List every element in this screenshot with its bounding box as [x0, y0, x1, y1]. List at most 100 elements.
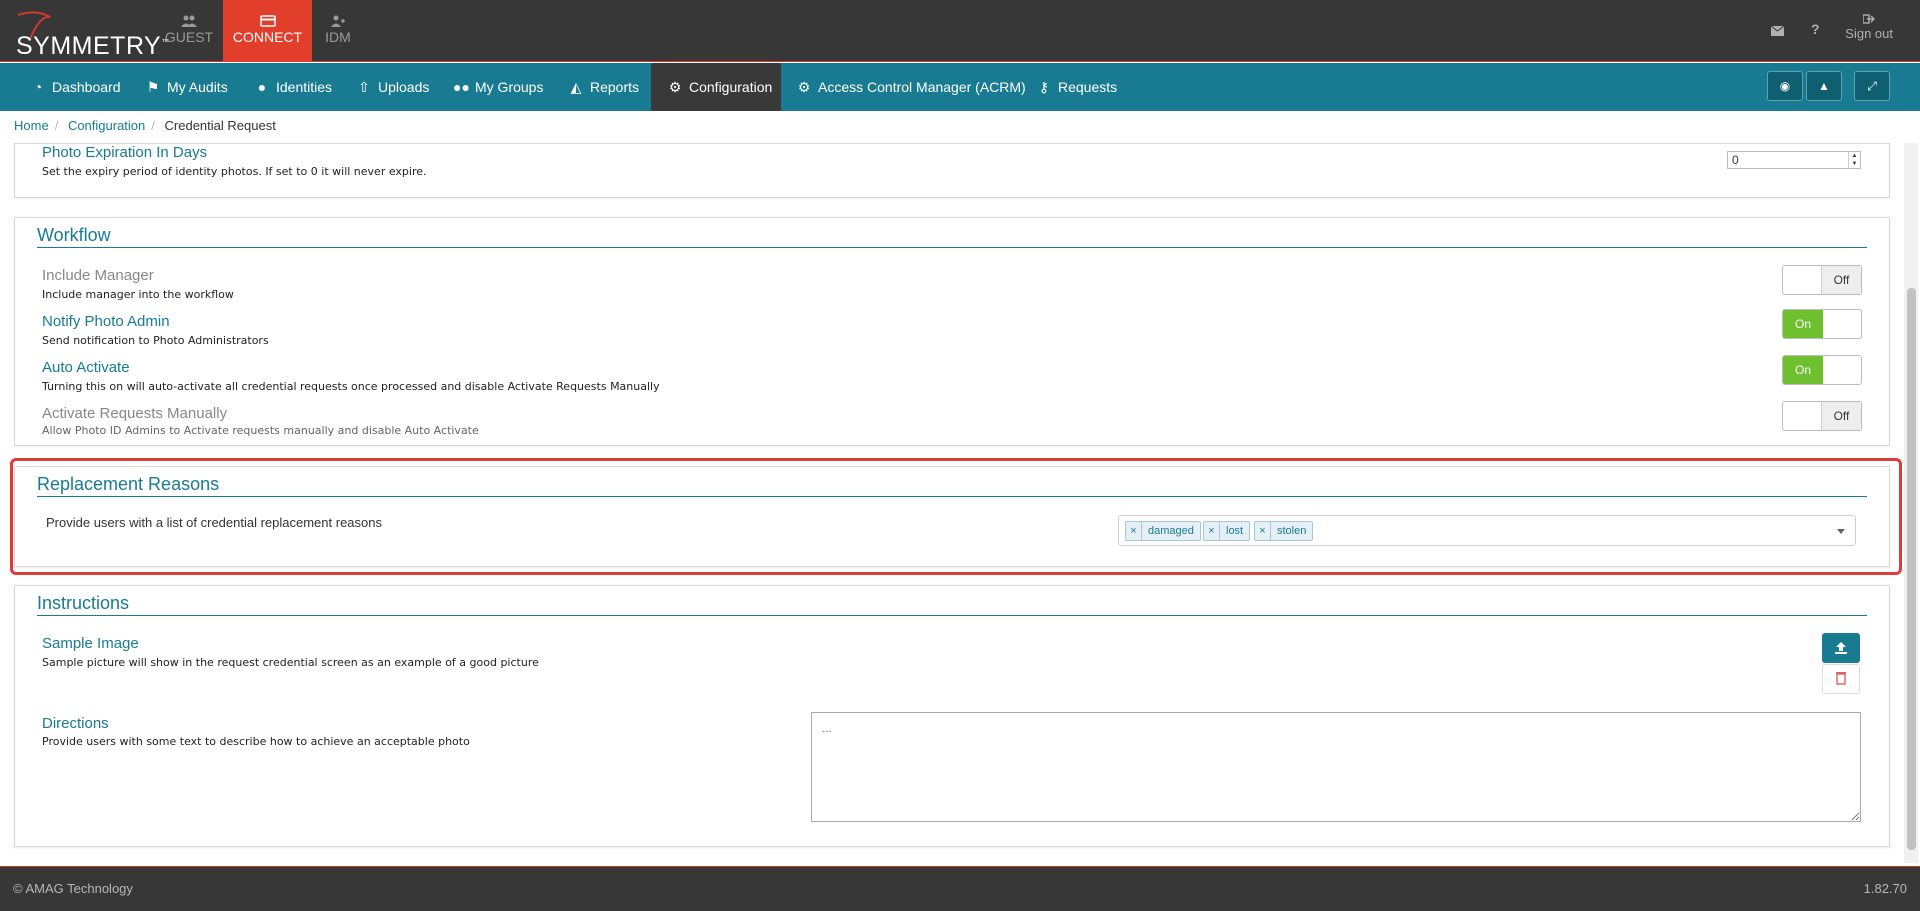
spinner-icon[interactable]: ▲ ▼: [1848, 152, 1860, 168]
scrollbar-thumb[interactable]: [1907, 288, 1916, 850]
nav-label: Requests: [1058, 79, 1118, 95]
app-connect-label: CONNECT: [232, 29, 303, 45]
tag-damaged: × damaged: [1125, 521, 1201, 541]
page-scrollbar[interactable]: [1904, 143, 1918, 863]
symmetry-logo[interactable]: SYMMETRY™: [8, 6, 169, 60]
nav-label: Reports: [590, 79, 640, 95]
breadcrumb: Home / Configuration / Credential Request: [14, 118, 276, 133]
footer: © AMAG Technology 1.82.70: [0, 866, 1920, 911]
sample-image-desc: Sample picture will show in the request …: [42, 656, 539, 669]
chevron-down-icon[interactable]: [1837, 529, 1845, 534]
nav-label: My Groups: [475, 79, 544, 95]
sign-out-icon: [1863, 14, 1876, 24]
nav-uploads[interactable]: ⇧ Uploads: [356, 63, 429, 111]
toggle-off-label: Off: [1821, 266, 1861, 294]
breadcrumb-separator: /: [54, 118, 59, 133]
flag-icon: ⚑: [146, 79, 160, 95]
toggle-off-label: Off: [1821, 402, 1861, 430]
tag-remove-icon[interactable]: ×: [1255, 522, 1271, 540]
breadcrumb-current: Credential Request: [164, 118, 276, 133]
user-lock-icon: ▲: [1818, 79, 1830, 93]
auto-activate-desc: Turning this on will auto-activate all c…: [42, 380, 660, 393]
key-icon: ⚷: [1038, 79, 1050, 95]
sign-out-label: Sign out: [1845, 26, 1893, 41]
activate-manually-toggle[interactable]: Off: [1782, 401, 1862, 431]
upload-icon: ⇧: [358, 79, 370, 95]
nav-label: Identities: [276, 79, 333, 95]
auto-activate-toggle[interactable]: On: [1782, 355, 1862, 385]
app-idm-label: IDM: [325, 29, 351, 45]
app-guest-label: GUEST: [164, 29, 214, 45]
top-bar: SYMMETRY™ GUEST CONNECT IDM ? Sign out: [0, 0, 1920, 62]
section-divider: [37, 615, 1867, 616]
section-divider: [37, 247, 1867, 248]
sign-out-button[interactable]: Sign out: [1845, 14, 1893, 41]
upload-icon: [1835, 642, 1847, 654]
globe-icon: ◉: [1779, 79, 1791, 93]
version: 1.82.70: [1863, 881, 1907, 896]
include-manager-toggle[interactable]: Off: [1782, 265, 1862, 295]
toggle-on-label: On: [1783, 310, 1823, 338]
photo-expiration-desc: Set the expiry period of identity photos…: [42, 165, 427, 178]
nav-dashboard[interactable]: ◔ Dashboard: [30, 63, 121, 111]
logo-text: SYMMETRY™: [16, 32, 170, 60]
notify-photo-admin-title: Notify Photo Admin: [42, 313, 170, 330]
app-guest[interactable]: GUEST: [155, 0, 223, 62]
area-chart-icon: ◭: [570, 79, 582, 95]
fullscreen-button[interactable]: ⤢: [1854, 71, 1890, 101]
activate-manually-title: Activate Requests Manually: [42, 405, 228, 422]
notify-photo-admin-desc: Send notification to Photo Administrator…: [42, 334, 269, 347]
sample-image-title: Sample Image: [42, 635, 139, 652]
credit-card-icon: [259, 15, 276, 27]
expand-icon: ⤢: [1867, 79, 1877, 93]
nav-label: Dashboard: [52, 79, 121, 95]
globe-button[interactable]: ◉: [1767, 71, 1803, 101]
user-lock-button[interactable]: ▲: [1806, 71, 1842, 101]
nav-identities[interactable]: ● Identities: [254, 63, 332, 111]
directions-textarea[interactable]: [811, 712, 1861, 822]
nav-requests[interactable]: ⚷ Requests: [1036, 63, 1117, 111]
photo-expiration-input[interactable]: 0 ▲ ▼: [1727, 151, 1861, 169]
upload-image-button[interactable]: [1822, 633, 1860, 663]
directions-desc: Provide users with some text to describe…: [42, 735, 470, 748]
nav-my-audits[interactable]: ⚑ My Audits: [145, 63, 228, 111]
tag-label: lost: [1226, 525, 1244, 537]
tag-remove-icon[interactable]: ×: [1126, 522, 1142, 540]
replacement-reasons-select[interactable]: × damaged × lost × stolen: [1118, 515, 1856, 546]
directions-title: Directions: [42, 715, 109, 732]
notify-photo-admin-toggle[interactable]: On: [1782, 309, 1862, 339]
user-icon: ●: [257, 79, 267, 95]
tag-label: damaged: [1148, 525, 1194, 537]
breadcrumb-separator: /: [151, 118, 155, 133]
delete-image-button[interactable]: [1822, 664, 1860, 694]
nav-configuration[interactable]: ⚙ Configuration: [651, 63, 781, 111]
toggle-on-label: On: [1783, 356, 1823, 384]
gear-icon: ⚙: [668, 79, 682, 95]
photo-expiration-value: 0: [1732, 153, 1739, 167]
nav-my-groups[interactable]: ●● My Groups: [453, 63, 543, 111]
tag-stolen: × stolen: [1254, 521, 1314, 541]
app-idm[interactable]: IDM: [312, 0, 364, 62]
guest-users-icon: [181, 15, 197, 27]
nav-label: Uploads: [378, 79, 430, 95]
breadcrumb-configuration[interactable]: Configuration: [68, 118, 145, 133]
trash-icon: [1836, 672, 1846, 685]
gear-icon: ⚙: [797, 79, 811, 95]
nav-reports[interactable]: ◭ Reports: [568, 63, 639, 111]
instructions-title: Instructions: [37, 593, 130, 613]
nav-label: Configuration: [689, 79, 773, 95]
help-icon[interactable]: ?: [1811, 21, 1820, 37]
envelope-icon[interactable]: [1770, 23, 1785, 39]
breadcrumb-home[interactable]: Home: [14, 118, 49, 133]
nav-acrm[interactable]: ⚙ Access Control Manager (ACRM): [796, 63, 1026, 111]
main-nav: ◔ Dashboard ⚑ My Audits ● Identities ⇧ Uploa…: [0, 63, 1920, 111]
photo-panel: Photo Expiration In Days Set the expiry …: [14, 143, 1890, 198]
photo-expiration-title: Photo Expiration In Days: [42, 144, 208, 161]
workflow-panel: Workflow Include Manager Include manager…: [14, 217, 1890, 446]
activate-manually-desc: Allow Photo ID Admins to Activate reques…: [42, 424, 479, 437]
tag-remove-icon[interactable]: ×: [1204, 522, 1220, 540]
tag-label: stolen: [1277, 525, 1307, 537]
app-connect[interactable]: CONNECT: [223, 0, 312, 62]
group-icon: ●●: [453, 79, 470, 95]
nav-label: My Audits: [167, 79, 228, 95]
